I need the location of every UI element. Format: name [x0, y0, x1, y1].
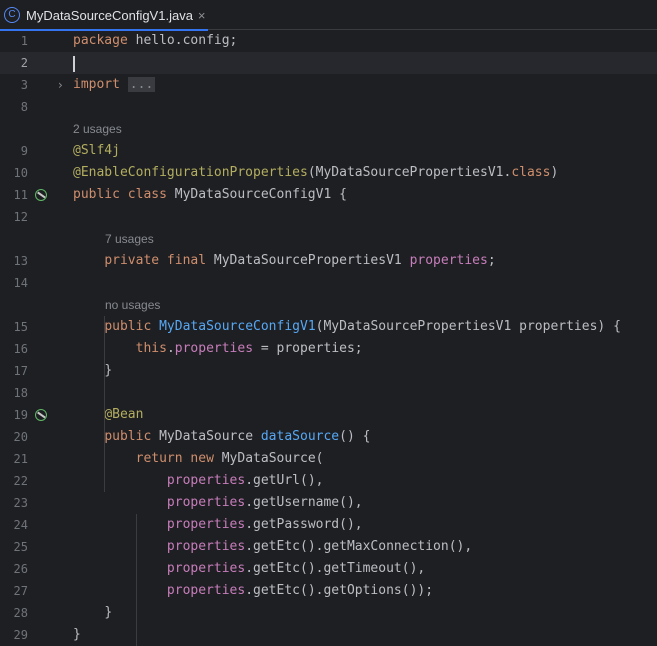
line-number: 15	[13, 320, 28, 334]
code-line[interactable]: 16 this.properties = properties;	[0, 338, 657, 360]
line-number: 16	[13, 342, 28, 356]
code-line[interactable]: 13 private final MyDataSourcePropertiesV…	[0, 250, 657, 272]
usage-hint-row[interactable]: 7 usages	[0, 228, 657, 250]
code-line[interactable]: 26 properties.getEtc().getTimeout(),	[0, 558, 657, 580]
line-number: 25	[13, 540, 28, 554]
text-caret	[73, 56, 75, 72]
line-number: 10	[13, 166, 28, 180]
code-line[interactable]: 20 public MyDataSource dataSource() {	[0, 426, 657, 448]
code-line[interactable]: 8	[0, 96, 657, 118]
code-text: properties.getPassword(),	[166, 517, 363, 532]
usage-hint-row[interactable]: 2 usages	[0, 118, 657, 140]
code-editor[interactable]: 1 package hello.config; 2 3 › import ... 8 2 us…	[0, 30, 657, 646]
code-text: }	[73, 627, 81, 642]
usage-hint-row[interactable]: no usages	[0, 294, 657, 316]
code-text: }	[104, 605, 113, 620]
indent-guide	[136, 514, 137, 646]
code-text: return new MyDataSource(	[135, 451, 324, 466]
line-number: 21	[13, 452, 28, 466]
tab-title: MyDataSourceConfigV1.java	[26, 7, 193, 23]
line-number: 28	[13, 606, 28, 620]
code-line[interactable]: 15 public MyDataSourceConfigV1(MyDataSou…	[0, 316, 657, 338]
code-text: private final MyDataSourcePropertiesV1 p…	[104, 253, 496, 268]
code-text: package hello.config;	[73, 33, 238, 48]
code-line[interactable]: 2	[0, 52, 657, 74]
line-number: 17	[13, 364, 28, 378]
line-number: 24	[13, 518, 28, 532]
line-number: 2	[20, 56, 28, 70]
fold-chevron-icon[interactable]: ›	[58, 74, 63, 96]
code-line[interactable]: 22 properties.getUrl(),	[0, 470, 657, 492]
code-line[interactable]: 25 properties.getEtc().getMaxConnection(…	[0, 536, 657, 558]
line-number: 1	[20, 34, 28, 48]
code-line[interactable]: 1 package hello.config;	[0, 30, 657, 52]
code-line[interactable]: 28 }	[0, 602, 657, 624]
line-number: 19	[13, 408, 28, 422]
code-line[interactable]: 3 › import ...	[0, 74, 657, 96]
code-line[interactable]: 11 public class MyDataSourceConfigV1 {	[0, 184, 657, 206]
code-line[interactable]: 24 properties.getPassword(),	[0, 514, 657, 536]
code-text: public MyDataSourceConfigV1(MyDataSource…	[104, 319, 621, 334]
code-line[interactable]: 27 properties.getEtc().getOptions());	[0, 580, 657, 602]
line-number: 18	[13, 386, 28, 400]
usages-hint[interactable]: 7 usages	[105, 228, 154, 250]
line-number: 27	[13, 584, 28, 598]
close-icon[interactable]: ×	[198, 8, 206, 23]
code-text: import ...	[73, 77, 156, 92]
line-number: 14	[13, 276, 28, 290]
usages-hint[interactable]: 2 usages	[73, 118, 122, 140]
code-line[interactable]: 19 @Bean	[0, 404, 657, 426]
usages-hint[interactable]: no usages	[105, 294, 160, 316]
line-number: 29	[13, 628, 28, 642]
code-text: properties.getUsername(),	[166, 495, 363, 510]
code-text: public class MyDataSourceConfigV1 {	[73, 187, 347, 202]
line-number: 23	[13, 496, 28, 510]
code-line[interactable]: 10 @EnableConfigurationProperties(MyDataS…	[0, 162, 657, 184]
code-line[interactable]: 14	[0, 272, 657, 294]
code-line[interactable]: 18	[0, 382, 657, 404]
code-text: @EnableConfigurationProperties(MyDataSou…	[73, 165, 559, 180]
indent-guide	[104, 316, 105, 492]
editor-tab-bar: C MyDataSourceConfigV1.java ×	[0, 0, 657, 31]
line-number: 20	[13, 430, 28, 444]
line-number: 22	[13, 474, 28, 488]
code-line[interactable]: 12	[0, 206, 657, 228]
code-text: properties.getEtc().getOptions());	[166, 583, 434, 598]
code-text: public MyDataSource dataSource() {	[104, 429, 371, 444]
line-number: 3	[20, 78, 28, 92]
editor-tab[interactable]: C MyDataSourceConfigV1.java ×	[0, 0, 208, 31]
code-line[interactable]: 17 }	[0, 360, 657, 382]
line-number: 13	[13, 254, 28, 268]
code-text: }	[104, 363, 113, 378]
bean-method-icon[interactable]	[35, 409, 47, 421]
line-number: 9	[20, 144, 28, 158]
bean-icon[interactable]	[35, 189, 47, 201]
java-class-icon: C	[4, 7, 20, 23]
line-number: 26	[13, 562, 28, 576]
code-line[interactable]: 23 properties.getUsername(),	[0, 492, 657, 514]
code-text: @Slf4j	[73, 143, 120, 158]
code-text: properties.getEtc().getMaxConnection(),	[166, 539, 473, 554]
code-line[interactable]: 29}	[0, 624, 657, 646]
code-line[interactable]: 21 return new MyDataSource(	[0, 448, 657, 470]
code-text: properties.getEtc().getTimeout(),	[166, 561, 426, 576]
line-number: 11	[13, 188, 28, 202]
code-text: @Bean	[104, 407, 144, 422]
line-number: 12	[13, 210, 28, 224]
code-text: properties.getUrl(),	[166, 473, 324, 488]
code-line[interactable]: 9 @Slf4j	[0, 140, 657, 162]
code-text: this.properties = properties;	[135, 341, 363, 356]
line-number: 8	[20, 100, 28, 114]
